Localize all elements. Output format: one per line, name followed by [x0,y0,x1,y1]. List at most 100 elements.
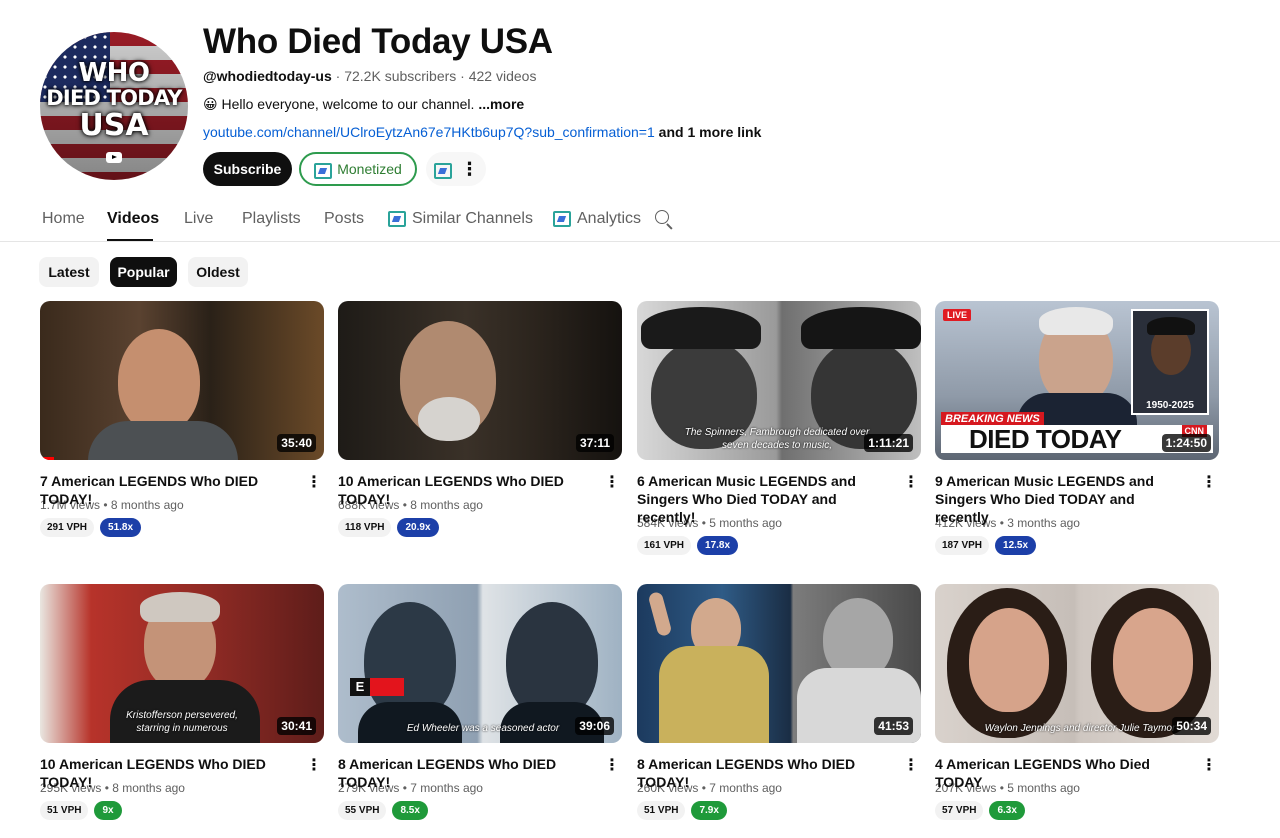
vph-badge: 51 VPH [637,801,686,820]
channel-handle: @whodiedtoday-us [203,68,332,84]
channel-avatar[interactable]: WHO DIED TODAY USA [40,32,188,180]
thumbnail-person-right [1113,608,1193,712]
monetized-label: Monetized [337,161,402,177]
thumbnail-caption: Waylon Jennings and director Julie Taymo… [984,722,1176,734]
video-card[interactable]: Waylon Jennings and director Julie Taymo… [935,584,1219,820]
video-badges: 161 VPH 17.8x [637,536,921,555]
filter-latest[interactable]: Latest [39,257,99,287]
subscribe-button[interactable]: Subscribe [203,152,292,186]
video-badges: 187 VPH 12.5x [935,536,1219,555]
thumbnail-shirt [88,421,238,460]
video-thumbnail[interactable]: 41:53 [637,584,921,743]
tab-analytics[interactable]: Analytics [553,210,641,241]
tab-home[interactable]: Home [42,210,85,241]
description-more-link[interactable]: ...more [478,96,524,112]
vph-badge: 57 VPH [935,801,984,820]
video-card[interactable]: E Ed Wheeler was a seasoned actor 39:06 … [338,584,622,820]
multiplier-badge: 9x [94,801,122,820]
thumbnail-raised-hand [647,590,673,638]
tab-playlists[interactable]: Playlists [242,210,301,241]
search-icon[interactable] [655,210,673,228]
video-thumbnail[interactable]: 37:11 [338,301,622,460]
video-title[interactable]: 10 American LEGENDS Who DIED TODAY! [40,755,290,791]
video-badges: 118 VPH 20.9x [338,518,622,537]
thumbnail-caption: Ed Wheeler was a seasoned actor [406,722,560,734]
thumbnail-caption: Kristofferson persevered, starring in nu… [126,710,238,734]
video-menu-icon[interactable]: ⋮ [1201,472,1217,492]
video-title[interactable]: 7 American LEGENDS Who DIED TODAY! [40,472,290,508]
video-card[interactable]: 35:40 7 American LEGENDS Who DIED TODAY!… [40,301,324,537]
multiplier-badge: 8.5x [392,801,428,820]
live-badge: LIVE [943,309,972,321]
video-menu-icon[interactable]: ⋮ [306,472,322,492]
video-thumbnail[interactable]: LIVE 1950-2025 BREAKING NEWS DIED TODAY … [935,301,1219,460]
video-badges: 51 VPH 9x [40,801,324,820]
vph-badge: 291 VPH [40,518,95,537]
tab-live[interactable]: Live [184,210,213,241]
tab-videos[interactable]: Videos [107,210,159,241]
video-duration: 39:06 [575,717,614,735]
video-duration: 37:11 [575,434,614,452]
video-title[interactable]: 6 American Music LEGENDS and Singers Who… [637,472,887,526]
youtube-logo-icon [106,152,122,163]
description-text: Hello everyone, welcome to our channel. [221,96,475,112]
video-menu-icon[interactable]: ⋮ [604,472,620,492]
channel-links: youtube.com/channel/UClroEytzAn67e7HKtb6… [203,124,761,140]
video-thumbnail[interactable]: 35:40 [40,301,324,460]
video-card[interactable]: The Spinners, Fambrough dedicated over s… [637,301,921,555]
video-badges: 51 VPH 7.9x [637,801,921,820]
video-duration: 30:41 [277,717,316,735]
video-title[interactable]: 4 American LEGENDS Who Died TODAY [935,755,1185,791]
video-badges: 57 VPH 6.3x [935,801,1219,820]
video-thumbnail[interactable]: Waylon Jennings and director Julie Taymo… [935,584,1219,743]
extension-menu-button[interactable]: ⋮ [426,152,486,186]
multiplier-badge: 20.9x [397,518,439,537]
filter-popular[interactable]: Popular [110,257,177,287]
thumbnail-beard [418,397,480,441]
vph-badge: 187 VPH [935,536,990,555]
thumbnail-hat-left [641,307,761,349]
video-duration: 41:53 [874,717,913,735]
monetized-button[interactable]: Monetized [299,152,417,186]
video-menu-icon[interactable]: ⋮ [903,755,919,775]
video-badges: 291 VPH 51.8x [40,518,324,537]
video-thumbnail[interactable]: Kristofferson persevered, starring in nu… [40,584,324,743]
thumbnail-person-left [969,608,1049,712]
thumbnail-inset-photo: 1950-2025 [1131,309,1209,415]
video-menu-icon[interactable]: ⋮ [1201,755,1217,775]
video-card[interactable]: Kristofferson persevered, starring in nu… [40,584,324,820]
thumbnail-red-bar [370,678,404,696]
video-title[interactable]: 8 American LEGENDS Who DIED TODAY! [637,755,887,791]
video-duration: 1:11:21 [864,434,913,452]
channel-title: Who Died Today USA [203,22,553,61]
multiplier-badge: 12.5x [995,536,1037,555]
more-vert-icon[interactable]: ⋮ [461,160,479,178]
smile-emoji-icon: 😀 [203,96,218,112]
tab-similar-channels[interactable]: Similar Channels [388,210,533,241]
video-card[interactable]: 37:11 10 American LEGENDS Who DIED TODAY… [338,301,622,537]
video-title[interactable]: 8 American LEGENDS Who DIED TODAY! [338,755,588,791]
video-badges: 55 VPH 8.5x [338,801,622,820]
watch-progress-bar [40,457,54,460]
thumbnail-letter: E [350,678,370,696]
more-links-button[interactable]: and 1 more link [659,124,762,140]
video-thumbnail[interactable]: E Ed Wheeler was a seasoned actor 39:06 [338,584,622,743]
video-menu-icon[interactable]: ⋮ [306,755,322,775]
multiplier-badge: 6.3x [989,801,1025,820]
video-card[interactable]: LIVE 1950-2025 BREAKING NEWS DIED TODAY … [935,301,1219,555]
video-duration: 50:34 [1172,717,1211,735]
vph-badge: 118 VPH [338,518,392,537]
channel-link[interactable]: youtube.com/channel/UClroEytzAn67e7HKtb6… [203,124,655,140]
video-card[interactable]: 41:53 8 American LEGENDS Who DIED TODAY!… [637,584,921,820]
channel-description[interactable]: 😀 Hello everyone, welcome to our channel… [203,96,524,113]
vph-badge: 51 VPH [40,801,89,820]
video-title[interactable]: 9 American Music LEGENDS and Singers Who… [935,472,1185,526]
video-thumbnail[interactable]: The Spinners, Fambrough dedicated over s… [637,301,921,460]
thumbnail-caption: The Spinners, Fambrough dedicated over s… [684,427,870,451]
vidiq-icon [553,210,571,227]
filter-oldest[interactable]: Oldest [188,257,248,287]
tab-posts[interactable]: Posts [324,210,364,241]
video-menu-icon[interactable]: ⋮ [604,755,620,775]
video-menu-icon[interactable]: ⋮ [903,472,919,492]
video-title[interactable]: 10 American LEGENDS Who DIED TODAY! [338,472,588,508]
